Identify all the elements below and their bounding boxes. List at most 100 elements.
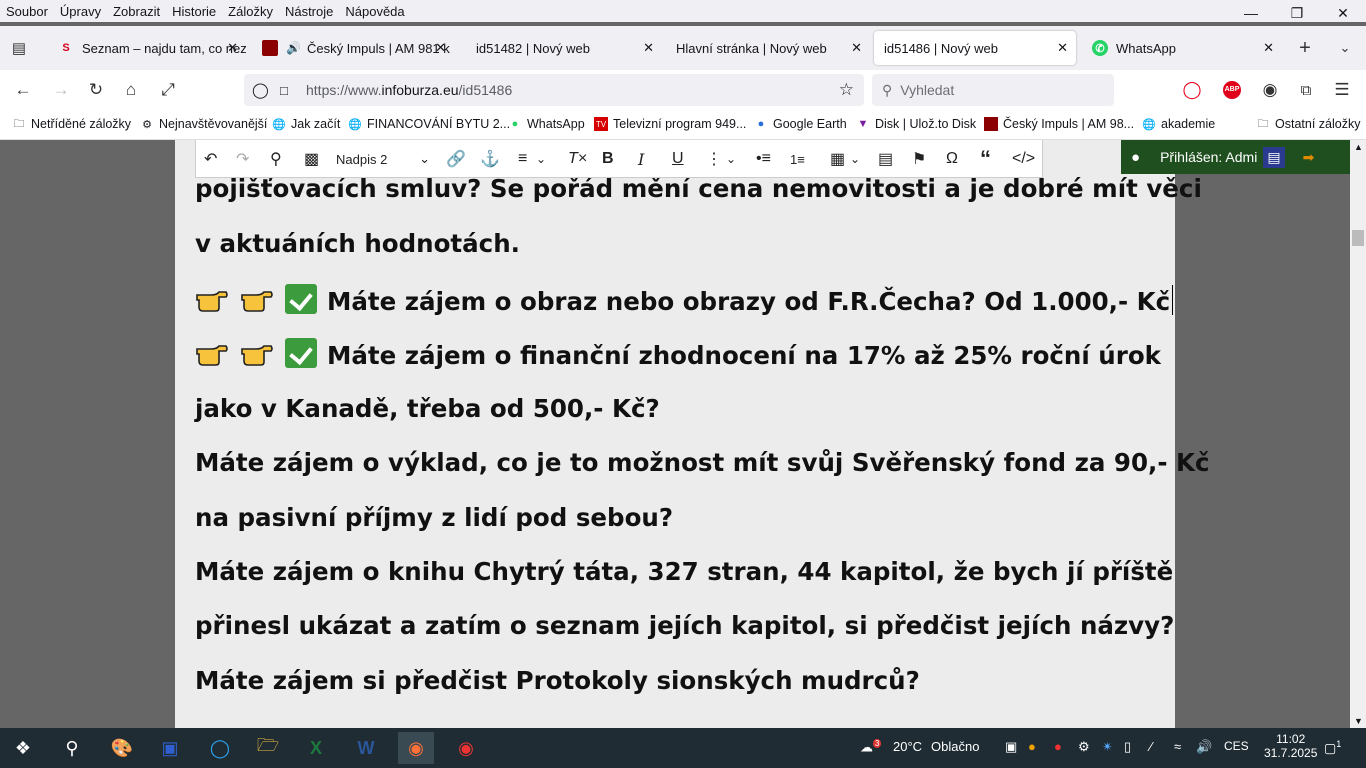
url-text[interactable]: https://www.infoburza.eu/id51486 — [306, 82, 512, 98]
table-icon[interactable]: ▦ — [830, 148, 845, 170]
opera-addon-icon[interactable]: ◯ — [1181, 79, 1203, 101]
back-icon[interactable]: ← — [12, 79, 34, 101]
numbered-list-icon[interactable]: 1≡ — [790, 148, 805, 170]
forward-icon[interactable]: → — [50, 79, 72, 101]
tab-hlavni-stranka[interactable]: Hlavní stránka | Nový web ✕ — [666, 31, 870, 65]
scroll-thumb[interactable] — [1352, 230, 1364, 246]
more-options-icon[interactable]: ⋮ — [706, 148, 722, 170]
menu-edit[interactable]: Úpravy — [54, 4, 107, 19]
link-icon[interactable]: 🔗 — [446, 148, 466, 170]
menu-history[interactable]: Historie — [166, 4, 222, 19]
tab-close-icon[interactable]: ✕ — [227, 40, 238, 56]
adblock-icon[interactable]: ABP — [1221, 79, 1243, 101]
html-embed-icon[interactable]: </> — [1012, 148, 1035, 170]
tab-close-icon[interactable]: ✕ — [643, 40, 654, 56]
bookmark-financovani[interactable]: 🌐 FINANCOVÁNÍ BYTU 2... — [348, 117, 510, 131]
redo-icon[interactable]: ↷ — [236, 148, 249, 170]
find-replace-icon[interactable]: ⚲ — [270, 148, 282, 170]
bookmark-google-earth[interactable]: ● Google Earth — [754, 117, 847, 131]
url-bar[interactable]: ◯ □ https://www.infoburza.eu/id51486 ☆ — [244, 74, 864, 106]
account-icon[interactable]: ◉ — [1259, 79, 1281, 101]
scroll-down-icon[interactable]: ▼ — [1354, 716, 1363, 726]
block-quote-icon[interactable]: “ — [980, 146, 991, 171]
chevron-down-icon[interactable]: ⌄ — [726, 148, 736, 170]
bookmark-getting-started[interactable]: 🌐 Jak začít — [272, 117, 340, 131]
wifi-icon[interactable]: ≈ — [1174, 739, 1181, 754]
bulleted-list-icon[interactable]: •≡ — [756, 148, 771, 170]
battery-icon[interactable]: ▯ — [1124, 739, 1131, 755]
screen-icon[interactable]: ▤ — [1263, 146, 1285, 168]
image-icon[interactable]: ▤ — [878, 148, 893, 170]
firefox-icon[interactable]: ◉ — [398, 732, 434, 764]
extensions-icon[interactable]: ⧉ — [1295, 79, 1317, 101]
volume-icon[interactable]: 🔊 — [1196, 739, 1212, 755]
usb-icon[interactable]: ∕ — [1150, 739, 1152, 754]
bookmark-most-visited[interactable]: ⚙ Nejnavštěvovanější — [140, 117, 267, 131]
tab-close-icon[interactable]: ✕ — [1057, 40, 1068, 56]
reload-icon[interactable]: ↻ — [85, 79, 107, 101]
bluetooth-icon[interactable]: ✴ — [1102, 739, 1113, 755]
source-editing-icon[interactable]: ▩ — [304, 148, 319, 170]
menu-help[interactable]: Nápověda — [339, 4, 410, 19]
lock-icon[interactable]: □ — [280, 83, 288, 98]
tab-overflow-chevron-icon[interactable]: ⌄ — [1334, 37, 1356, 59]
network-tray-icon[interactable]: ⚙ — [1078, 739, 1090, 755]
underline-icon[interactable]: U — [672, 148, 684, 170]
bookmark-tv-program[interactable]: TV Televizní program 949... — [594, 117, 746, 131]
close-window-icon[interactable]: ✕ — [1320, 0, 1366, 26]
security-tray-icon[interactable]: ▣ — [1005, 739, 1017, 755]
admin-login-label[interactable]: Přihlášen: Admi — [1160, 149, 1257, 165]
minimize-icon[interactable]: — — [1228, 0, 1274, 26]
notification-icon[interactable]: ▢1 — [1324, 739, 1341, 756]
input-language[interactable]: CES — [1224, 739, 1249, 753]
edge-icon[interactable]: ◯ — [202, 732, 238, 764]
tab-id51486[interactable]: id51486 | Nový web ✕ — [874, 31, 1076, 65]
scroll-up-icon[interactable]: ▲ — [1354, 142, 1363, 152]
page-scrollbar[interactable]: ▲ ▼ — [1350, 140, 1366, 728]
italic-icon[interactable]: I — [638, 148, 644, 170]
tab-close-icon[interactable]: ✕ — [1263, 40, 1274, 56]
new-tab-icon[interactable]: + — [1294, 37, 1316, 59]
bookmark-star-icon[interactable]: ☆ — [839, 80, 854, 100]
bookmark-other[interactable]: 🗀 Ostatní záložky — [1256, 117, 1361, 131]
chevron-down-icon[interactable]: ⌄ — [536, 148, 546, 170]
shield-icon[interactable]: ◯ — [252, 81, 269, 99]
editor-page[interactable]: pojišťovacích smluv? Se pořád mění cena … — [175, 140, 1210, 728]
tab-cesky-impuls[interactable]: 🔊 Český Impuls | AM 981 k ✕ — [252, 31, 454, 65]
tab-whatsapp[interactable]: ✆ WhatsApp ✕ — [1082, 31, 1282, 65]
special-characters-icon[interactable]: Ω — [946, 148, 958, 170]
speaker-icon[interactable]: 🔊 — [286, 41, 301, 55]
bookmark-cesky-impuls[interactable]: Český Impuls | AM 98... — [984, 117, 1134, 131]
anchor-icon[interactable]: ⚓ — [480, 148, 500, 170]
restore-icon[interactable]: ❐ — [1274, 0, 1320, 26]
undo-icon[interactable]: ↶ — [204, 148, 217, 170]
fullscreen-icon[interactable]: ⤢ — [157, 79, 179, 101]
bold-icon[interactable]: B — [602, 148, 614, 170]
search-taskbar-icon[interactable]: ⚲ — [54, 732, 90, 764]
paint-icon[interactable]: 🎨 — [104, 732, 140, 764]
menu-bookmarks[interactable]: Záložky — [222, 4, 279, 19]
menu-tools[interactable]: Nástroje — [279, 4, 339, 19]
word-icon[interactable]: W — [348, 732, 384, 764]
clock[interactable]: 11:02 31.7.2025 — [1264, 732, 1317, 760]
align-icon[interactable]: ≡ — [518, 148, 527, 170]
weather-cloud-icon[interactable]: ☁ 3 — [860, 739, 882, 755]
chrome-icon[interactable]: ◉ — [448, 732, 484, 764]
heading-dropdown[interactable]: Nadpis 2 ⌄ — [336, 148, 430, 170]
flag-icon[interactable]: ⚑ — [912, 148, 926, 170]
weather-text[interactable]: Oblačno — [931, 739, 979, 754]
weather-temp[interactable]: 20°C — [893, 739, 922, 754]
bookmark-whatsapp[interactable]: ● WhatsApp — [508, 117, 585, 131]
save-disk-icon[interactable]: ▣ — [152, 732, 188, 764]
list-all-tabs-icon[interactable]: ▤ — [8, 37, 30, 59]
tab-close-icon[interactable]: ✕ — [435, 40, 446, 56]
remove-format-icon[interactable]: T× — [568, 148, 587, 170]
tray-app-icon[interactable]: ● — [1028, 739, 1036, 754]
menu-file[interactable]: Soubor — [0, 4, 54, 19]
start-windows-icon[interactable]: ❖ — [5, 732, 41, 764]
app-menu-icon[interactable]: ☰ — [1331, 79, 1353, 101]
excel-icon[interactable]: X — [298, 732, 334, 764]
tab-seznam[interactable]: S Seznam – najdu tam, co nezn ✕ — [48, 31, 246, 65]
chevron-down-icon[interactable]: ⌄ — [850, 148, 860, 170]
file-explorer-icon[interactable]: 🗁 — [250, 732, 286, 764]
